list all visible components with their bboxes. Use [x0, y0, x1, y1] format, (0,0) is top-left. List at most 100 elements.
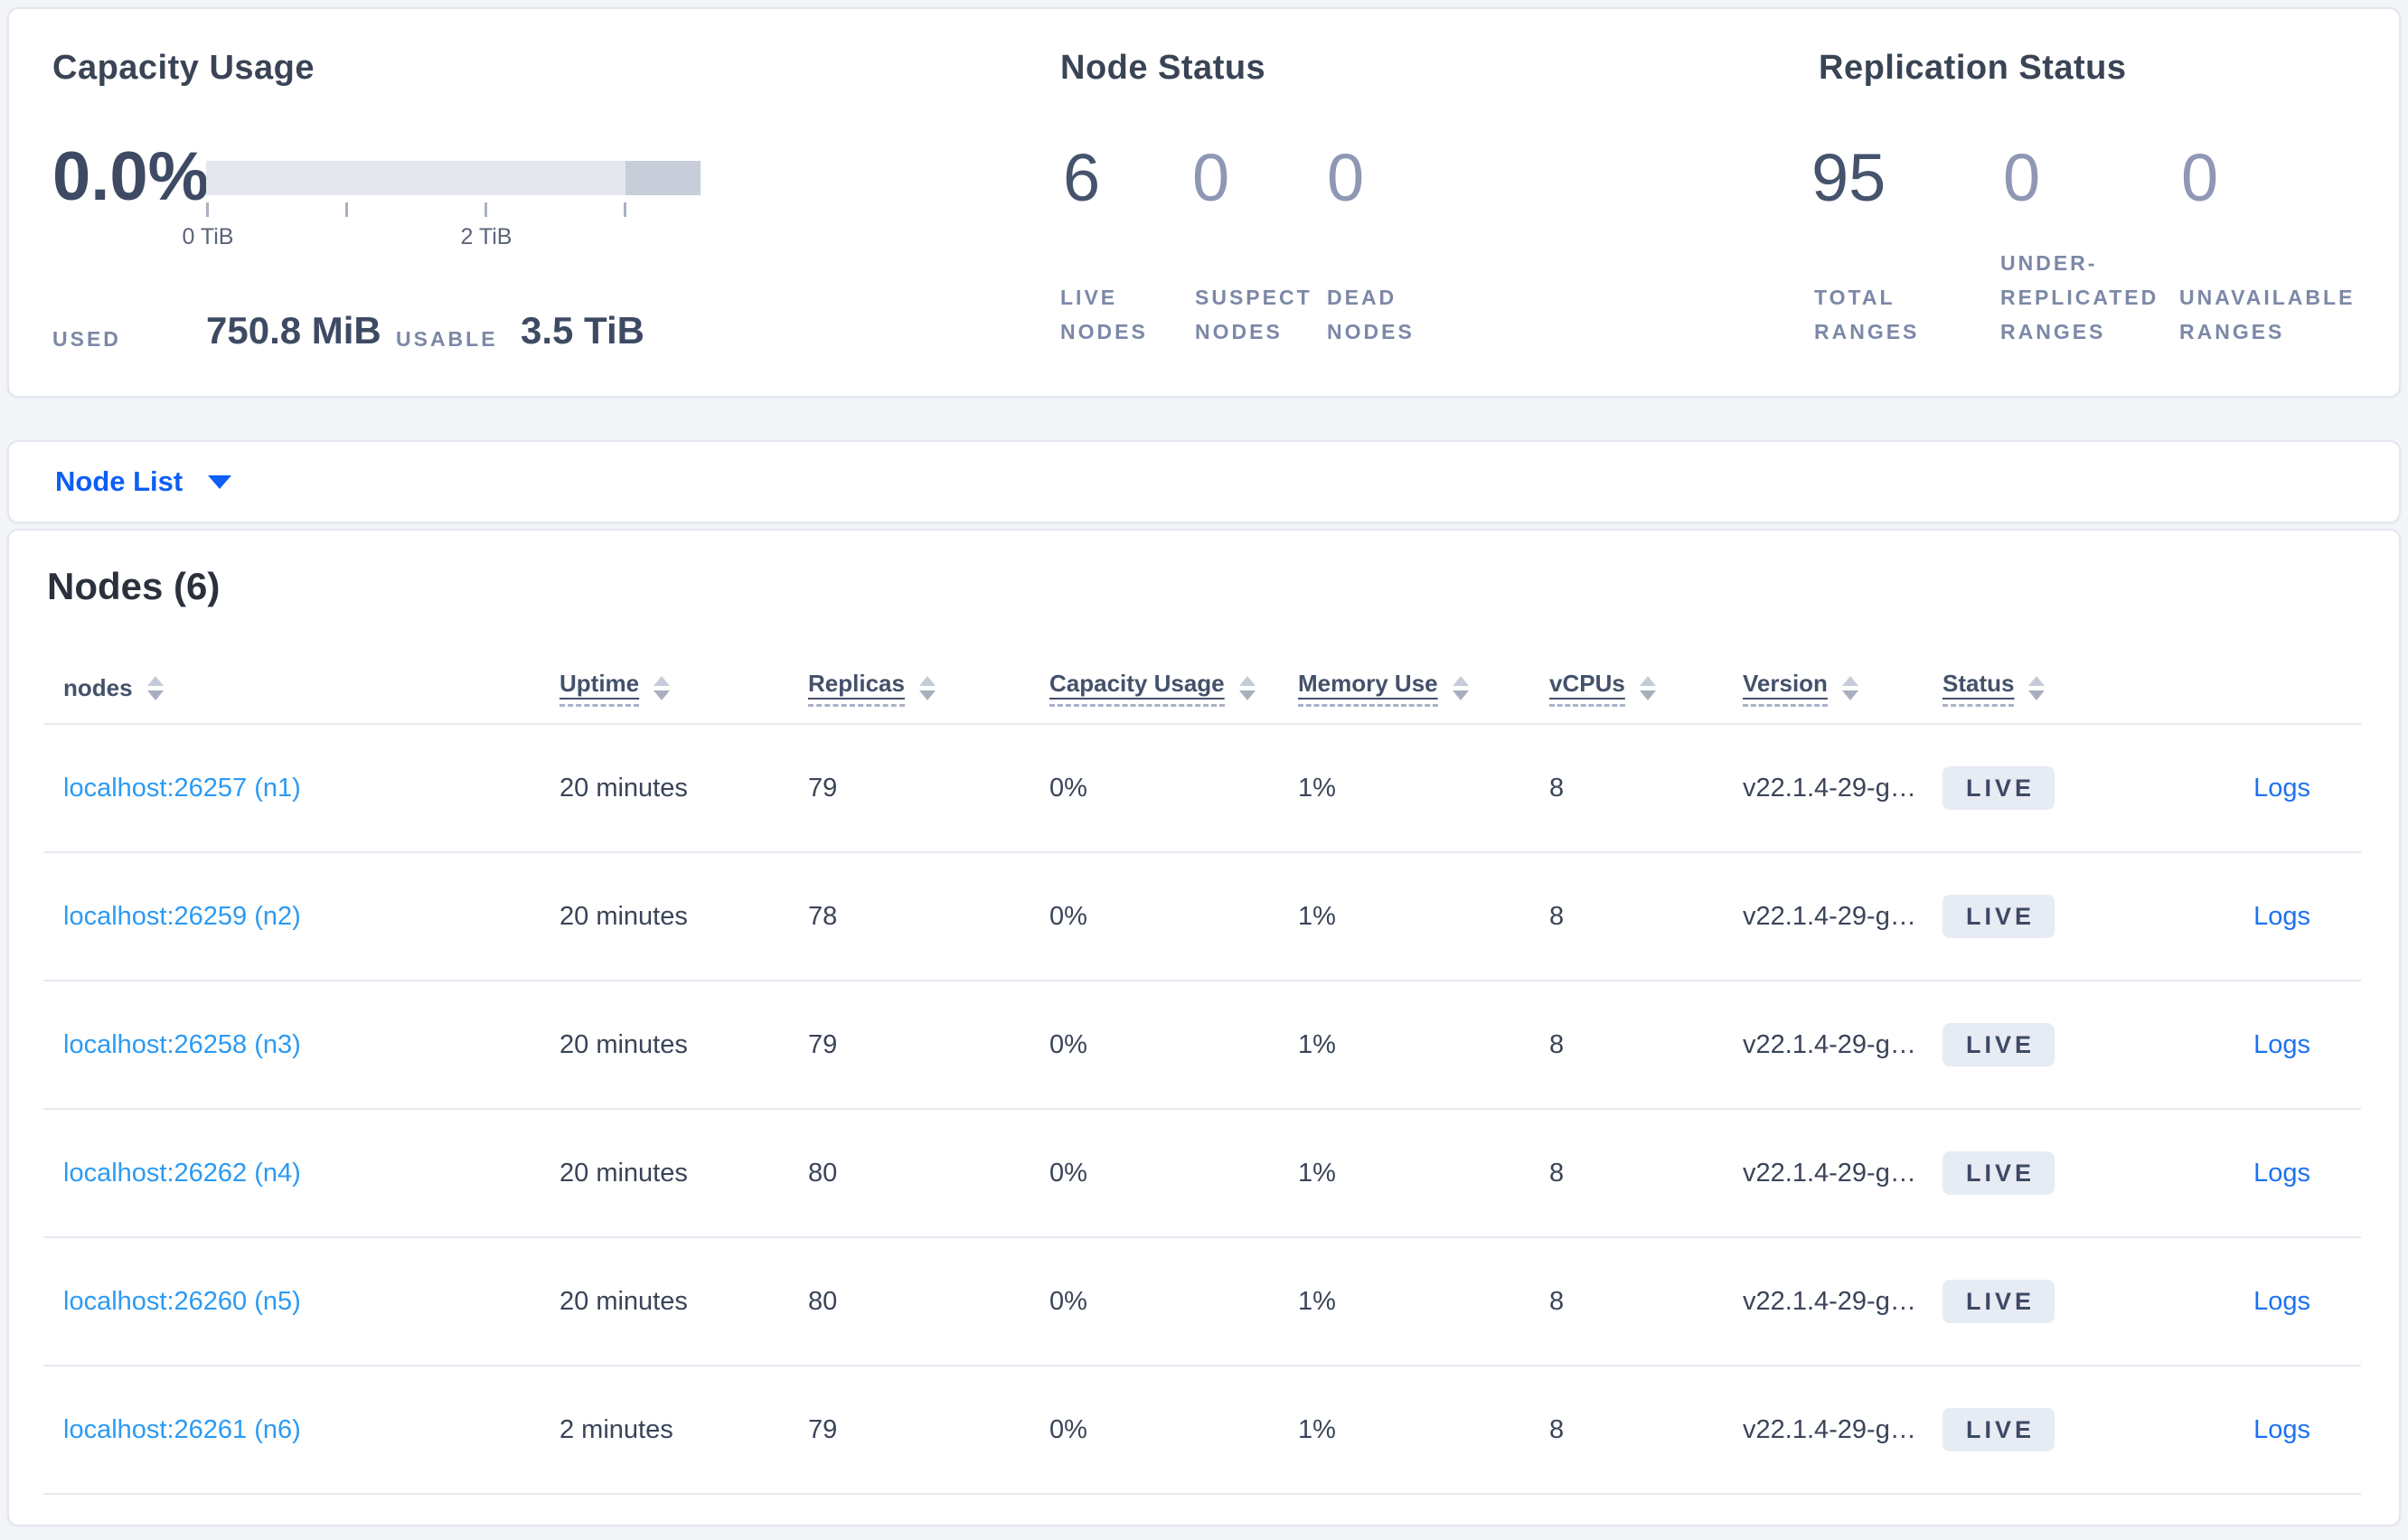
- suspect-nodes-count: 0: [1192, 140, 1230, 215]
- version-cell: v22.1.4-29-g…: [1743, 901, 1916, 931]
- column-header-vcpus[interactable]: vCPUs: [1549, 670, 1656, 707]
- cluster-summary-card: Capacity Usage 0.0% 0 TiB 2 TiB USED 750…: [7, 7, 2401, 398]
- status-badge: LIVE: [1942, 1023, 2055, 1066]
- logs-link[interactable]: Logs: [2253, 1287, 2310, 1316]
- column-header-version[interactable]: Version: [1743, 670, 1858, 707]
- node-list-dropdown[interactable]: Node List: [55, 442, 232, 521]
- replication-status-title: Replication Status: [1819, 49, 2127, 87]
- table-row: localhost:26259 (n2) 20 minutes 78 0% 1% 8 v22…: [43, 853, 2361, 981]
- sort-arrows-icon: [654, 675, 671, 700]
- node-address-link[interactable]: localhost:26262 (n4): [63, 1159, 301, 1188]
- vcpus-cell: 8: [1549, 901, 1565, 931]
- logs-link[interactable]: Logs: [2253, 1159, 2310, 1188]
- status-badge: LIVE: [1942, 1151, 2055, 1195]
- node-address-link[interactable]: localhost:26258 (n3): [63, 1030, 301, 1060]
- logs-link[interactable]: Logs: [2253, 1415, 2310, 1444]
- node-address-link[interactable]: localhost:26259 (n2): [63, 902, 301, 932]
- status-badge: LIVE: [1942, 766, 2055, 810]
- memory-cell: 1%: [1298, 901, 1336, 931]
- column-header-replicas[interactable]: Replicas: [808, 670, 936, 707]
- capacity-used-percent: 0.0%: [52, 138, 210, 215]
- table-row: localhost:26261 (n6) 2 minutes 79 0% 1% 8 v22.…: [43, 1366, 2361, 1495]
- node-list-dropdown-bar: Node List: [7, 440, 2401, 523]
- capacity-usable-label: USABLE: [396, 327, 498, 351]
- sort-arrows-icon: [146, 675, 164, 700]
- column-header-label: Capacity Usage: [1049, 670, 1225, 707]
- status-badge: LIVE: [1942, 1280, 2055, 1323]
- version-cell: v22.1.4-29-g…: [1743, 1158, 1916, 1188]
- sort-arrows-icon: [1238, 675, 1256, 700]
- capacity-usage-bar: [206, 161, 701, 195]
- total-ranges-label: TOTAL RANGES: [1814, 286, 1920, 343]
- status-cell: LIVE: [1942, 1408, 2055, 1451]
- capacity-usage-title: Capacity Usage: [52, 49, 315, 87]
- vcpus-cell: 8: [1549, 1414, 1565, 1444]
- column-header-uptime[interactable]: Uptime: [560, 670, 671, 707]
- column-header-nodes[interactable]: nodes: [63, 674, 164, 702]
- chevron-down-icon: [208, 474, 232, 489]
- suspect-nodes-label: SUSPECT NODES: [1195, 286, 1312, 343]
- capacity-tick-1: [345, 202, 348, 217]
- capacity-tick-3: [624, 202, 626, 217]
- logs-link[interactable]: Logs: [2253, 902, 2310, 931]
- status-cell: LIVE: [1942, 1023, 2055, 1066]
- logs-cell: Logs: [2253, 1287, 2361, 1317]
- capacity-used-label: USED: [52, 327, 121, 351]
- uptime-cell: 20 minutes: [560, 1029, 688, 1059]
- replicas-cell: 79: [808, 1414, 838, 1444]
- column-header-label: vCPUs: [1549, 670, 1625, 707]
- status-badge: LIVE: [1942, 895, 2055, 938]
- uptime-cell: 20 minutes: [560, 901, 688, 931]
- node-address-link[interactable]: localhost:26257 (n1): [63, 774, 301, 803]
- replicas-cell: 80: [808, 1158, 838, 1188]
- nodes-table-body: localhost:26257 (n1) 20 minutes 79 0% 1% 8 v22…: [43, 725, 2361, 1495]
- status-cell: LIVE: [1942, 766, 2055, 810]
- nodes-table-card: Nodes (6) nodes Uptime Replicas Capacity Us…: [7, 529, 2401, 1526]
- uptime-cell: 2 minutes: [560, 1414, 673, 1444]
- capacity-tick-label-2: 2 TiB: [460, 224, 513, 249]
- status-cell: LIVE: [1942, 895, 2055, 938]
- capacity-cell: 0%: [1049, 901, 1087, 931]
- capacity-cell: 0%: [1049, 1286, 1087, 1316]
- logs-link[interactable]: Logs: [2253, 1030, 2310, 1059]
- sort-arrows-icon: [1841, 675, 1858, 700]
- column-header-capacity-usage[interactable]: Capacity Usage: [1049, 670, 1256, 707]
- vcpus-cell: 8: [1549, 1029, 1565, 1059]
- node-list-dropdown-label: Node List: [55, 465, 183, 497]
- under-replicated-ranges-label: UNDER-REPLICATED RANGES: [2000, 251, 2159, 343]
- nodes-table: nodes Uptime Replicas Capacity Usage Memory …: [43, 653, 2361, 1495]
- capacity-tick-label-0: 0 TiB: [182, 224, 234, 249]
- column-header-memory-use[interactable]: Memory Use: [1298, 670, 1469, 707]
- node-address-link[interactable]: localhost:26260 (n5): [63, 1287, 301, 1317]
- logs-cell: Logs: [2253, 902, 2361, 932]
- capacity-tick-2: [484, 202, 487, 217]
- memory-cell: 1%: [1298, 1414, 1336, 1444]
- under-replicated-ranges-count: 0: [2003, 140, 2041, 215]
- node-address-link[interactable]: localhost:26261 (n6): [63, 1415, 301, 1445]
- table-row: localhost:26262 (n4) 20 minutes 80 0% 1% 8 v22…: [43, 1110, 2361, 1238]
- replicas-cell: 79: [808, 1029, 838, 1059]
- memory-cell: 1%: [1298, 773, 1336, 803]
- sort-arrows-icon: [918, 675, 936, 700]
- column-header-status[interactable]: Status: [1942, 670, 2046, 707]
- uptime-cell: 20 minutes: [560, 773, 688, 803]
- capacity-tick-0: [206, 202, 209, 217]
- column-header-label: Memory Use: [1298, 670, 1438, 707]
- replicas-cell: 78: [808, 901, 838, 931]
- table-row: localhost:26258 (n3) 20 minutes 79 0% 1% 8 v22…: [43, 981, 2361, 1110]
- total-ranges-count: 95: [1811, 140, 1886, 215]
- uptime-cell: 20 minutes: [560, 1286, 688, 1316]
- uptime-cell: 20 minutes: [560, 1158, 688, 1188]
- status-cell: LIVE: [1942, 1280, 2055, 1323]
- nodes-table-header-row: nodes Uptime Replicas Capacity Usage Memory …: [43, 653, 2361, 725]
- column-header-label: Uptime: [560, 670, 640, 707]
- table-row: localhost:26257 (n1) 20 minutes 79 0% 1% 8 v22…: [43, 725, 2361, 853]
- version-cell: v22.1.4-29-g…: [1743, 1286, 1916, 1316]
- sort-arrows-icon: [1452, 675, 1469, 700]
- logs-cell: Logs: [2253, 774, 2361, 803]
- logs-cell: Logs: [2253, 1159, 2361, 1188]
- logs-link[interactable]: Logs: [2253, 774, 2310, 803]
- version-cell: v22.1.4-29-g…: [1743, 1414, 1916, 1444]
- logs-cell: Logs: [2253, 1030, 2361, 1060]
- version-cell: v22.1.4-29-g…: [1743, 773, 1916, 803]
